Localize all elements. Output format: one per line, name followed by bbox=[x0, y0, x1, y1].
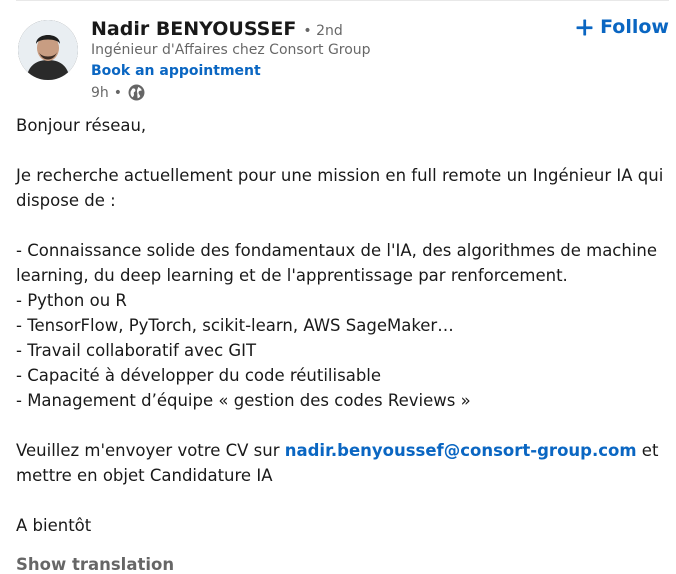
post-greeting: Bonjour réseau, bbox=[16, 116, 147, 135]
requirement-item: - Capacité à développer du code réutilis… bbox=[16, 366, 382, 385]
actor-headline: Ingénieur d'Affaires chez Consort Group bbox=[91, 42, 371, 58]
requirement-item: - TensorFlow, PyTorch, scikit-learn, AWS… bbox=[16, 316, 454, 335]
actor-name-line: Nadir BENYOUSSEF • 2nd bbox=[91, 18, 343, 40]
requirement-item: - Python ou R bbox=[16, 291, 127, 310]
book-appointment-link[interactable]: Book an appointment bbox=[91, 63, 261, 79]
requirement-item: - Connaissance solide des fondamentaux d… bbox=[16, 241, 658, 285]
requirement-item: - Travail collaboratif avec GIT bbox=[16, 341, 257, 360]
requirement-item: - Management d’équipe « gestion des code… bbox=[16, 391, 471, 410]
avatar-photo-icon bbox=[18, 20, 78, 80]
post-text: Bonjour réseau, Je recherche actuellemen… bbox=[16, 113, 671, 538]
plus-icon bbox=[576, 19, 593, 35]
actor-name[interactable]: Nadir BENYOUSSEF bbox=[91, 18, 296, 40]
follow-label: Follow bbox=[600, 16, 669, 38]
connection-degree: • 2nd bbox=[303, 23, 343, 39]
post-cta: Veuillez m'envoyer votre CV sur nadir.be… bbox=[16, 438, 671, 488]
email-link[interactable]: nadir.benyoussef@consort-group.com bbox=[285, 441, 637, 460]
post-time: 9h bbox=[91, 84, 109, 101]
meta-separator: • bbox=[113, 84, 123, 101]
show-translation-button[interactable]: Show translation bbox=[16, 555, 174, 574]
avatar[interactable] bbox=[18, 20, 78, 80]
globe-icon bbox=[128, 84, 145, 101]
cta-text-before: Veuillez m'envoyer votre CV sur bbox=[16, 441, 285, 460]
post-intro: Je recherche actuellement pour une missi… bbox=[16, 166, 664, 210]
post-meta: 9h • bbox=[91, 84, 145, 101]
post-closing: A bientôt bbox=[16, 516, 92, 535]
top-divider bbox=[16, 0, 669, 1]
follow-button[interactable]: Follow bbox=[576, 16, 669, 38]
